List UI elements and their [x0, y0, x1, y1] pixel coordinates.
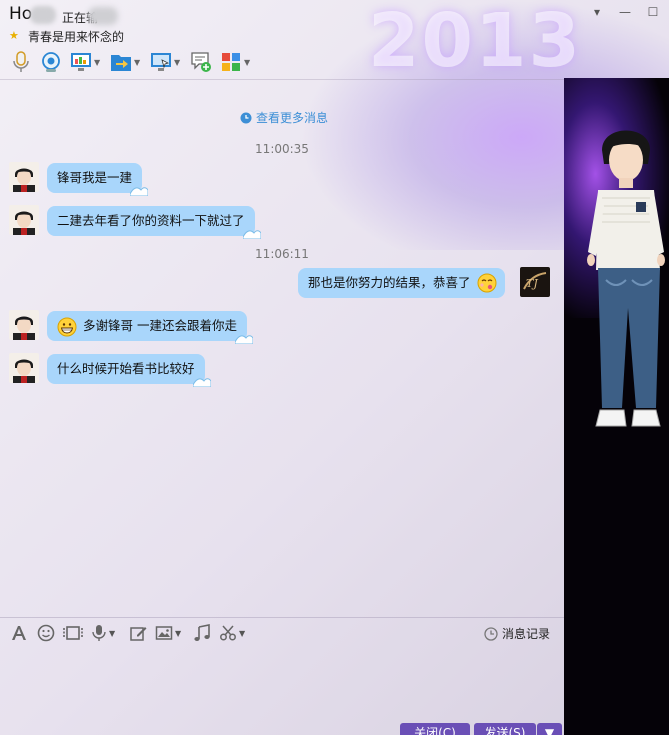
emoji-icon[interactable] — [37, 623, 55, 643]
screen-share-button[interactable]: ▼ — [68, 49, 104, 75]
music-icon[interactable] — [193, 623, 211, 643]
message-bubble-self[interactable]: 那也是你努力的结果，恭喜了 — [298, 268, 505, 298]
avatar-show-panel — [564, 78, 669, 735]
chevron-down-icon[interactable]: ▼ — [109, 629, 115, 638]
avatar[interactable] — [9, 353, 39, 383]
blowing-kiss-emoji-icon — [477, 273, 497, 293]
chevron-down-icon[interactable]: ▼ — [94, 58, 102, 67]
apps-icon — [220, 51, 242, 73]
remote-desktop-icon — [150, 51, 172, 73]
video-clip-icon[interactable] — [63, 623, 83, 643]
font-icon[interactable] — [10, 623, 28, 643]
view-more-messages-link[interactable]: 查看更多消息 — [240, 109, 328, 126]
typing-status-redaction — [88, 7, 118, 25]
window-controls: ▾ — ☐ — [589, 5, 661, 19]
scissors-icon[interactable]: ▼ — [219, 623, 245, 643]
send-file-icon — [110, 51, 132, 73]
message-list: 查看更多消息 11:00:35 锋哥我是一建 二建去年看了你的资料一下就过了 1… — [0, 80, 564, 617]
message-history-button[interactable]: 消息记录 — [484, 625, 550, 642]
input-toolbar: ▼ ▼ ▼ 消息记录 — [0, 617, 564, 647]
voice-message-icon[interactable]: ▼ — [91, 623, 115, 643]
message-bubble[interactable]: 什么时候开始看书比较好 — [47, 354, 211, 387]
webcam-icon — [40, 51, 62, 73]
message-bubble[interactable]: 锋哥我是一建 — [47, 163, 149, 196]
timestamp: 11:06:11 — [255, 247, 309, 261]
voice-call-button[interactable] — [8, 49, 34, 75]
close-button[interactable]: 关闭(C) — [400, 723, 470, 735]
chevron-down-icon[interactable]: ▼ — [134, 58, 142, 67]
send-options-button[interactable]: ▼ — [537, 723, 562, 735]
send-button[interactable]: 发送(S) — [474, 723, 536, 735]
chevron-down-icon[interactable]: ▼ — [174, 58, 182, 67]
remote-desktop-button[interactable]: ▼ — [148, 49, 184, 75]
bubble-wave-decoration — [192, 378, 211, 387]
contact-name-redaction — [30, 6, 56, 24]
message-bubble[interactable]: 二建去年看了你的资料一下就过了 — [47, 206, 261, 239]
apps-button[interactable]: ▼ — [218, 49, 254, 75]
message-history-label: 消息记录 — [501, 627, 550, 641]
bubble-wave-decoration — [234, 335, 253, 344]
message-text: 那也是你努力的结果，恭喜了 — [308, 275, 471, 290]
microphone-icon — [10, 51, 32, 73]
svg-text:TJ: TJ — [526, 277, 538, 290]
avatar[interactable] — [9, 310, 39, 340]
image-icon[interactable]: ▼ — [155, 623, 181, 643]
create-discussion-button[interactable] — [188, 49, 214, 75]
grin-emoji-icon — [57, 317, 77, 336]
show-character-figure — [587, 130, 665, 427]
bubble-wave-decoration — [242, 230, 261, 239]
chevron-down-icon[interactable]: ▼ — [244, 58, 252, 67]
screenshot-edit-icon[interactable] — [129, 623, 147, 643]
avatar[interactable] — [9, 162, 39, 192]
create-discussion-icon — [190, 51, 212, 73]
maximize-icon[interactable]: ☐ — [645, 5, 661, 19]
clock-icon — [484, 626, 498, 641]
screen-share-icon — [70, 51, 92, 73]
send-file-button[interactable]: ▼ — [108, 49, 144, 75]
contact-name[interactable]: Ho — [9, 4, 32, 24]
message-text: 锋哥我是一建 — [57, 170, 133, 185]
message-bubble[interactable]: 多谢锋哥 一建还会跟着你走 — [47, 311, 253, 344]
timestamp: 11:00:35 — [255, 142, 309, 156]
chevron-down-icon: ▼ — [544, 726, 555, 735]
avatar[interactable] — [9, 205, 39, 235]
self-avatar[interactable]: TJ — [520, 267, 550, 297]
message-text: 二建去年看了你的资料一下就过了 — [57, 213, 245, 228]
clock-icon — [240, 112, 252, 123]
chevron-down-icon[interactable]: ▼ — [239, 629, 245, 638]
bubble-wave-decoration — [130, 187, 149, 196]
message-input-area[interactable] — [0, 647, 564, 735]
chat-header: Ho 正在输 ★ 青春是用来怀念的 ▾ — ☐ ▼ ▼ ▼ ▼ — [0, 0, 669, 78]
video-call-button[interactable] — [38, 49, 64, 75]
message-text: 什么时候开始看书比较好 — [57, 361, 195, 376]
view-more-label: 查看更多消息 — [256, 111, 329, 125]
minimize-icon[interactable]: — — [617, 5, 633, 19]
message-text: 多谢锋哥 一建还会跟着你走 — [83, 318, 237, 333]
star-icon: ★ — [9, 29, 19, 42]
chat-toolbar: ▼ ▼ ▼ ▼ — [8, 48, 254, 76]
chevron-down-icon[interactable]: ▼ — [175, 629, 181, 638]
contact-signature: 青春是用来怀念的 — [28, 30, 125, 44]
chevron-down-icon[interactable]: ▾ — [589, 5, 605, 19]
